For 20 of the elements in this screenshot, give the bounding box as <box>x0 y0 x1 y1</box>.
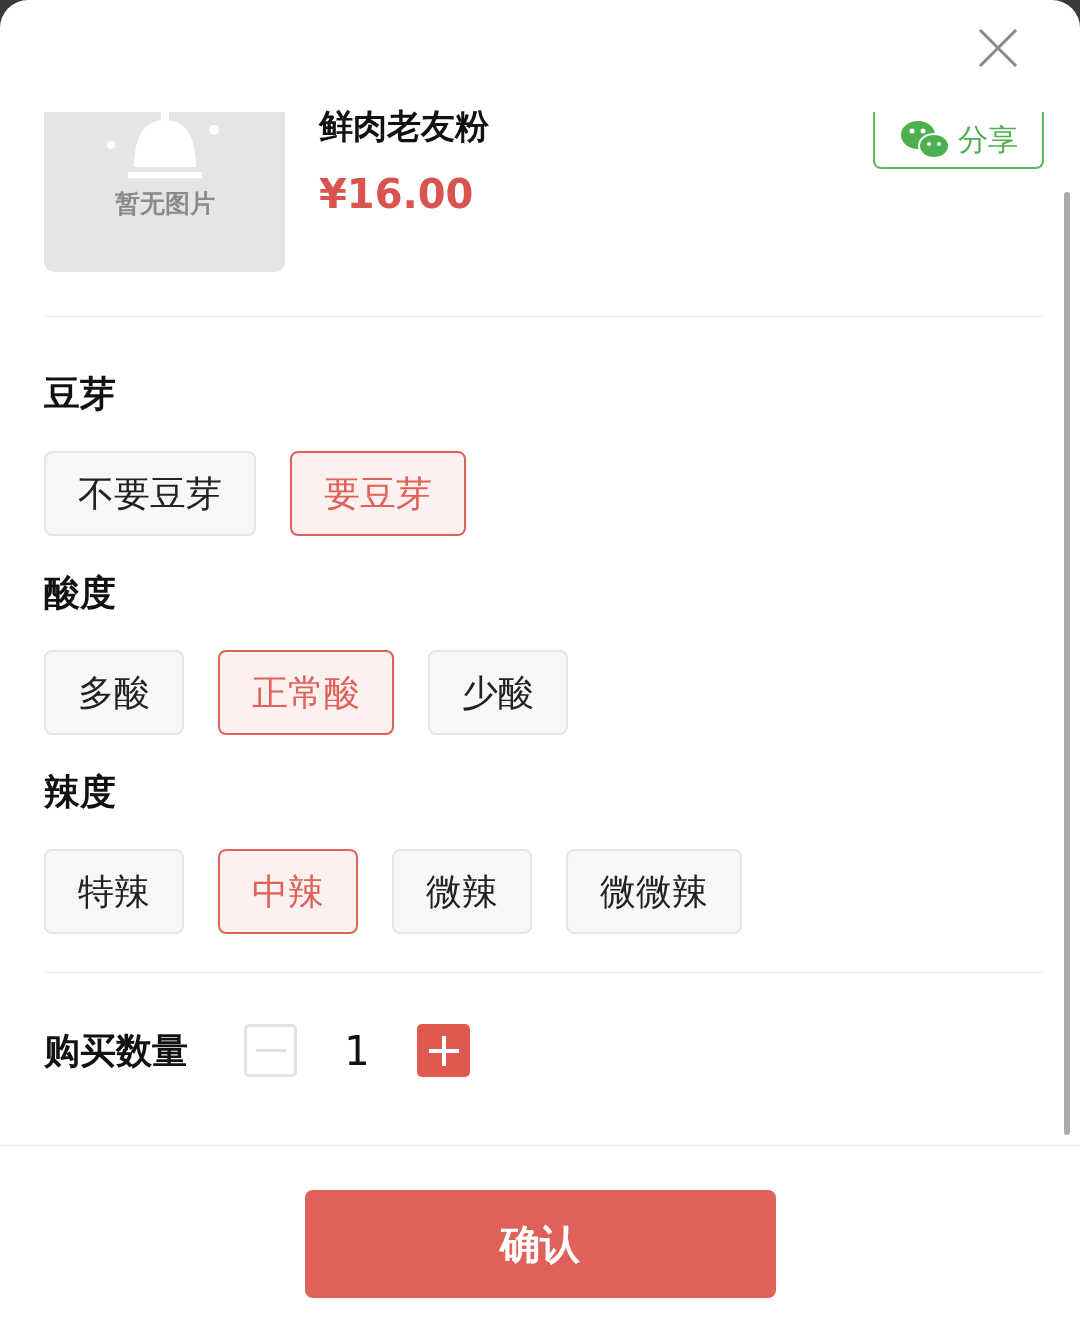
option-chip[interactable]: 微微辣 <box>566 849 742 934</box>
plus-icon <box>427 1034 460 1067</box>
product-title: 鲜肉老友粉 <box>319 106 490 146</box>
option-chip[interactable]: 微辣 <box>392 849 532 934</box>
product-price: ¥16.00 <box>319 170 475 219</box>
close-icon[interactable] <box>978 28 1018 68</box>
option-chip[interactable]: 多酸 <box>44 650 184 735</box>
quantity-label: 购买数量 <box>44 1028 189 1073</box>
quantity-value: 1 <box>343 1026 371 1076</box>
section-title: 酸度 <box>44 571 117 615</box>
minus-icon <box>255 1048 286 1053</box>
placeholder-text: 暂无图片 <box>114 187 215 220</box>
option-chip[interactable]: 不要豆芽 <box>44 451 256 536</box>
option-chip[interactable]: 特辣 <box>44 849 184 934</box>
confirm-button[interactable]: 确认 <box>304 1190 776 1298</box>
section-title: 辣度 <box>44 770 117 814</box>
scrollbar[interactable] <box>1064 192 1070 1135</box>
plus-button[interactable] <box>417 1024 470 1077</box>
section-title: 豆芽 <box>44 372 117 416</box>
option-chip[interactable]: 少酸 <box>428 650 568 735</box>
